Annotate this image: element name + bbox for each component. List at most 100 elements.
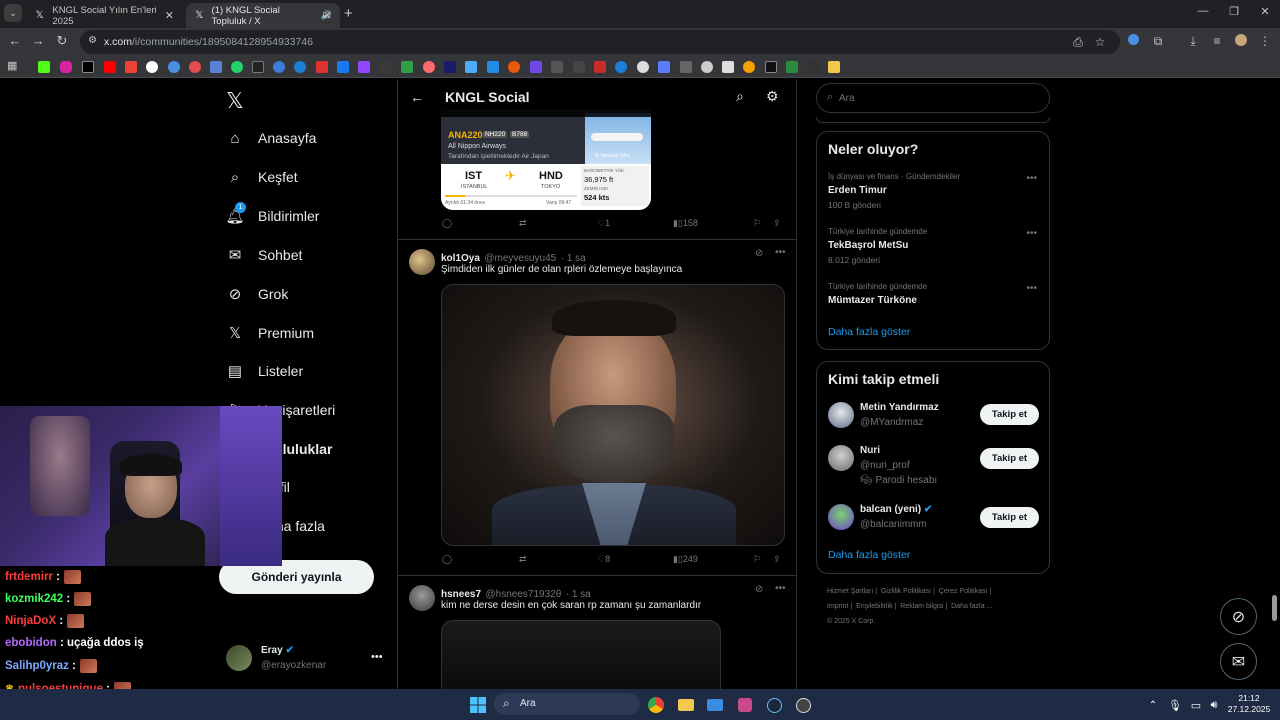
nav-item-listeler[interactable]: ▤ Listeler: [226, 356, 303, 386]
search-icon[interactable]: ⌕: [736, 88, 744, 105]
trend-item[interactable]: İş dünyası ve finans · Gündemdekiler Erd…: [817, 168, 1049, 214]
tab-kngl-topluluk[interactable]: 𝕏 (1) KNGL Social Topluluk / X 🔊 ✕: [186, 3, 340, 28]
start-button[interactable]: [468, 695, 488, 715]
nav-item-anasayfa[interactable]: ⌂ Anasayfa: [226, 123, 316, 153]
share-icon[interactable]: ⇪: [773, 554, 781, 565]
share-icon[interactable]: ⇪: [773, 218, 781, 229]
bookmark-icon-17[interactable]: [401, 61, 413, 73]
apps-icon[interactable]: ▦: [7, 59, 19, 72]
volume-icon[interactable]: 🔊︎: [1204, 695, 1224, 715]
new-tab-button[interactable]: +: [344, 5, 353, 22]
file-explorer-icon[interactable]: [676, 695, 696, 715]
menu-icon[interactable]: ⋮: [1257, 34, 1273, 48]
app-icon[interactable]: [735, 695, 755, 715]
forward-button[interactable]: →: [29, 33, 47, 48]
close-window-button[interactable]: ✕: [1255, 5, 1275, 18]
follow-button[interactable]: Takip et: [980, 448, 1039, 469]
like-button[interactable]: ♡ 1: [597, 218, 610, 229]
close-icon[interactable]: ✕: [165, 9, 174, 22]
chrome-taskbar-icon[interactable]: [646, 695, 666, 715]
folder-bookmark-icon[interactable]: [828, 61, 840, 73]
tab-search-dropdown[interactable]: ⌄: [4, 4, 22, 22]
trend-item[interactable]: Türkiye tarihinde gündemde Mümtazer Türk…: [817, 278, 1049, 312]
bookmark-icon[interactable]: ⚐: [753, 218, 761, 229]
avatar[interactable]: [409, 585, 435, 611]
close-icon[interactable]: ✕: [323, 9, 332, 22]
follow-user-handle[interactable]: @nuri_prof: [860, 460, 910, 471]
bookmark-icon-21[interactable]: [487, 61, 499, 73]
minimize-button[interactable]: —: [1193, 5, 1213, 17]
steam-icon[interactable]: [764, 695, 784, 715]
bookmark-icon-10[interactable]: [252, 61, 264, 73]
more-dots-icon[interactable]: •••: [1026, 228, 1037, 239]
follow-button[interactable]: Takip et: [980, 404, 1039, 425]
follow-button[interactable]: Takip et: [980, 507, 1039, 528]
avatar[interactable]: [828, 504, 854, 530]
follow-user-name[interactable]: Nuri: [860, 445, 880, 456]
nav-item-bildirimler[interactable]: 🔔︎ 1 Bildirimler: [225, 201, 319, 231]
x-bookmark-icon[interactable]: [82, 61, 94, 73]
bookmark-icon-34[interactable]: [765, 61, 777, 73]
bookmark-icon-7[interactable]: [189, 61, 201, 73]
trend-item[interactable]: Türkiye tarihinde gündemde TekBaşrol Met…: [817, 223, 1049, 269]
instagram-bookmark-icon[interactable]: [60, 61, 72, 73]
follow-user-handle[interactable]: @balcanimmm: [860, 519, 927, 530]
bookmark-icon-25[interactable]: [573, 61, 585, 73]
bookmark-icon-22[interactable]: [508, 61, 520, 73]
maximize-button[interactable]: ❐: [1224, 5, 1244, 18]
page-scrollbar[interactable]: [1272, 595, 1277, 621]
avatar[interactable]: [828, 402, 854, 428]
kick-bookmark-icon[interactable]: [38, 61, 50, 73]
nav-item-kesfet[interactable]: ⌕ Keşfet: [226, 162, 298, 192]
repost-icon[interactable]: ⇄: [519, 218, 527, 229]
bookmark-icon-19[interactable]: [444, 61, 456, 73]
bookmark-icon-6[interactable]: [168, 61, 180, 73]
taskbar-clock[interactable]: 21:12 27.12.2025: [1226, 693, 1272, 715]
back-arrow-icon[interactable]: ←: [410, 89, 424, 105]
reply-icon[interactable]: ◯: [442, 554, 452, 565]
follow-user-handle[interactable]: @MYandrmaz: [860, 417, 923, 428]
whatsapp-bookmark-icon[interactable]: [231, 61, 243, 73]
bookmark-icon-35[interactable]: [786, 61, 798, 73]
bookmark-icon-36[interactable]: [808, 61, 820, 73]
site-info-icon[interactable]: ⚙: [88, 35, 97, 46]
puzzle-icon[interactable]: ⧉: [1150, 34, 1166, 49]
bookmark-icon-16[interactable]: [380, 61, 392, 73]
grok-fab-button[interactable]: ⊘: [1220, 598, 1257, 635]
bookmark-icon-27[interactable]: [615, 61, 627, 73]
search-input[interactable]: ⌕ Ara: [816, 83, 1050, 113]
gmail-bookmark-icon[interactable]: [125, 61, 137, 73]
bookmark-icon-29[interactable]: [658, 61, 670, 73]
bookmark-star-icon[interactable]: ☆: [1092, 35, 1108, 49]
follow-user-name[interactable]: Metin Yandırmaz: [860, 402, 939, 413]
like-button[interactable]: ♡ 8: [597, 554, 610, 565]
address-bar[interactable]: ⚙ x.com/i/communities/189508412895493374…: [80, 30, 1120, 54]
bookmark-icon-20[interactable]: [465, 61, 477, 73]
repost-icon[interactable]: ⇄: [519, 554, 527, 565]
views-count[interactable]: ▮▯ 158: [673, 218, 698, 229]
extension-icon[interactable]: [1125, 34, 1141, 48]
download-icon[interactable]: ⤓: [1185, 34, 1201, 49]
more-dots-icon[interactable]: •••: [1026, 283, 1037, 294]
reply-icon[interactable]: ◯: [442, 218, 452, 229]
bookmark-icon-8[interactable]: [210, 61, 222, 73]
photos-icon[interactable]: [705, 695, 725, 715]
google-bookmark-icon[interactable]: [146, 61, 158, 73]
tab-kngl-yilin[interactable]: 𝕏 KNGL Social Yılın En'leri 2025 ✕: [26, 3, 182, 28]
bookmark-icon-23[interactable]: [530, 61, 542, 73]
install-icon[interactable]: ⎙: [1070, 35, 1086, 50]
bookmark-icon-18[interactable]: [423, 61, 435, 73]
nav-item-sohbet[interactable]: ✉ Sohbet: [226, 240, 303, 270]
post-image[interactable]: [441, 284, 785, 546]
bookmark-icon-13[interactable]: [316, 61, 328, 73]
views-count[interactable]: ▮▯ 249: [673, 554, 698, 565]
grok-icon[interactable]: ⊘: [755, 248, 763, 259]
reload-button[interactable]: ↻: [53, 33, 71, 49]
post-image[interactable]: [441, 620, 721, 689]
more-dots-icon[interactable]: •••: [1026, 173, 1037, 184]
more-dots-icon[interactable]: •••: [371, 651, 383, 663]
bookmark-icon-32[interactable]: [722, 61, 734, 73]
nav-item-grok[interactable]: ⊘ Grok: [226, 279, 289, 309]
twitch-bookmark-icon[interactable]: [358, 61, 370, 73]
more-dots-icon[interactable]: •••: [775, 583, 786, 594]
